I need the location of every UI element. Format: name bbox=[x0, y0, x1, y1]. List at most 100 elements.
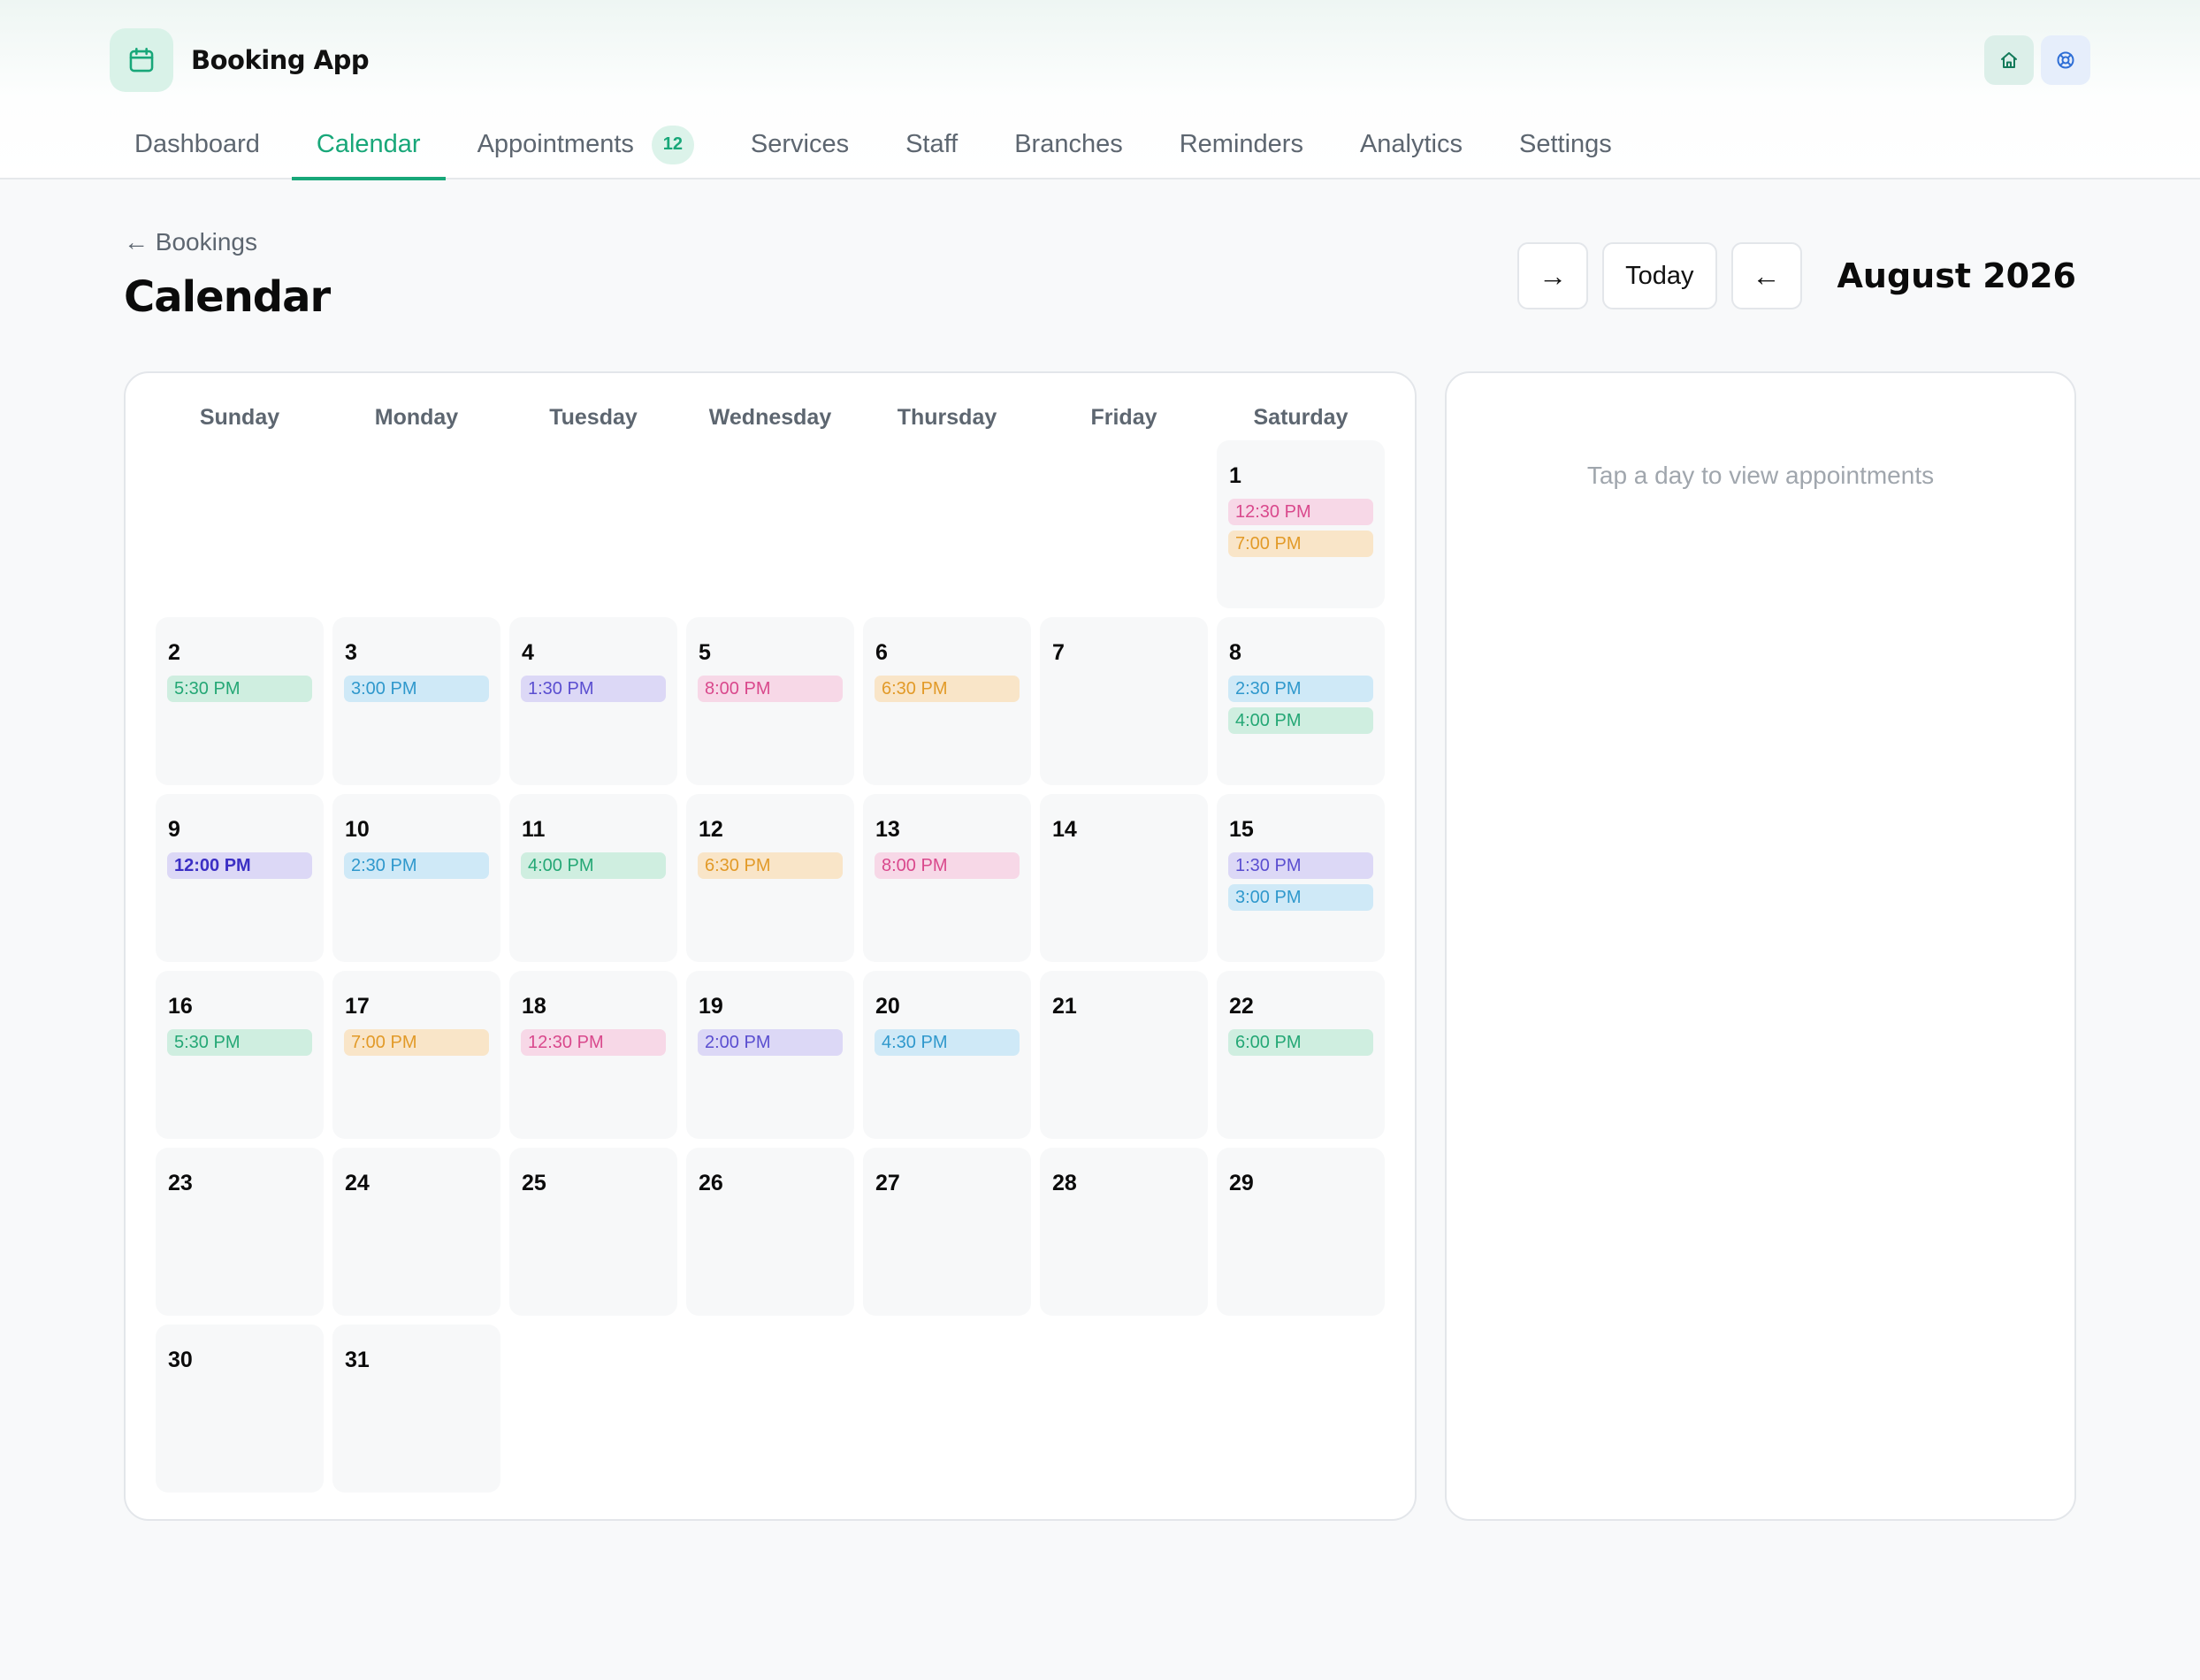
empty-day-cell bbox=[332, 440, 500, 608]
appointment-chip[interactable]: 7:00 PM bbox=[344, 1029, 489, 1056]
appointment-chip[interactable]: 4:30 PM bbox=[875, 1029, 1020, 1056]
day-cell-8[interactable]: 8 2:30 PM 4:00 PM bbox=[1217, 617, 1385, 785]
page-title: Calendar bbox=[124, 272, 331, 322]
day-cell-18[interactable]: 18 12:30 PM bbox=[509, 971, 677, 1139]
empty-day-cell bbox=[1040, 440, 1208, 608]
day-cell-27[interactable]: 27 bbox=[863, 1148, 1031, 1316]
appointment-chip[interactable]: 12:30 PM bbox=[521, 1029, 666, 1056]
appointment-chip[interactable]: 4:00 PM bbox=[1228, 707, 1373, 734]
day-number: 18 bbox=[522, 994, 546, 1019]
day-cell-14[interactable]: 14 bbox=[1040, 794, 1208, 962]
header-actions bbox=[1984, 35, 2090, 85]
nav-tab-label: Staff bbox=[905, 130, 959, 158]
appointment-chip[interactable]: 12:30 PM bbox=[1228, 499, 1373, 525]
day-cell-13[interactable]: 13 8:00 PM bbox=[863, 794, 1031, 962]
empty-day-cell bbox=[509, 440, 677, 608]
appointment-chip[interactable]: 12:00 PM bbox=[167, 852, 312, 879]
nav-tab-label: Analytics bbox=[1359, 130, 1463, 158]
day-cell-5[interactable]: 5 8:00 PM bbox=[686, 617, 854, 785]
day-cell-11[interactable]: 11 4:00 PM bbox=[509, 794, 677, 962]
nav-tab-branches[interactable]: Branches bbox=[989, 110, 1148, 179]
home-icon[interactable] bbox=[1984, 35, 2034, 85]
nav-tab-label: Appointments bbox=[477, 130, 634, 158]
next-month-button[interactable]: → bbox=[1517, 242, 1589, 309]
appointment-chip[interactable]: 3:00 PM bbox=[344, 676, 489, 702]
nav-tab-label: Reminders bbox=[1179, 130, 1303, 158]
day-cell-26[interactable]: 26 bbox=[686, 1148, 854, 1316]
day-events: 2:30 PM 4:00 PM bbox=[1228, 676, 1373, 734]
month-controls: → Today ← August 2026 bbox=[1517, 242, 2076, 309]
appointment-chip[interactable]: 2:30 PM bbox=[1228, 676, 1373, 702]
day-number: 1 bbox=[1229, 463, 1241, 488]
nav-tab-label: Services bbox=[750, 130, 850, 158]
appointment-chip[interactable]: 6:00 PM bbox=[1228, 1029, 1373, 1056]
day-events: 4:30 PM bbox=[875, 1029, 1020, 1056]
day-cell-3[interactable]: 3 3:00 PM bbox=[332, 617, 500, 785]
day-cell-4[interactable]: 4 1:30 PM bbox=[509, 617, 677, 785]
day-number: 26 bbox=[699, 1171, 723, 1195]
appointment-chip[interactable]: 5:30 PM bbox=[167, 1029, 312, 1056]
app-header: Booking App Dashboard Calendar Appointment… bbox=[0, 0, 2200, 180]
brand[interactable]: Booking App bbox=[110, 28, 370, 92]
day-cell-1[interactable]: 1 12:30 PM 7:00 PM bbox=[1217, 440, 1385, 608]
appointment-chip[interactable]: 2:00 PM bbox=[698, 1029, 843, 1056]
today-button[interactable]: Today bbox=[1602, 242, 1717, 309]
nav-tab-dashboard[interactable]: Dashboard bbox=[110, 110, 285, 179]
day-cell-23[interactable]: 23 bbox=[156, 1148, 324, 1316]
day-cell-9[interactable]: 9 12:00 PM bbox=[156, 794, 324, 962]
help-icon[interactable] bbox=[2041, 35, 2090, 85]
day-events: 5:30 PM bbox=[167, 1029, 312, 1056]
appointment-chip[interactable]: 1:30 PM bbox=[521, 676, 666, 702]
day-cell-19[interactable]: 19 2:00 PM bbox=[686, 971, 854, 1139]
day-number: 4 bbox=[522, 640, 534, 665]
day-cell-7[interactable]: 7 bbox=[1040, 617, 1208, 785]
day-events: 3:00 PM bbox=[344, 676, 489, 702]
day-cell-16[interactable]: 16 5:30 PM bbox=[156, 971, 324, 1139]
nav-tab-staff[interactable]: Staff bbox=[881, 110, 982, 179]
appointment-chip[interactable]: 4:00 PM bbox=[521, 852, 666, 879]
day-number: 31 bbox=[345, 1348, 370, 1372]
day-cell-24[interactable]: 24 bbox=[332, 1148, 500, 1316]
day-cell-15[interactable]: 15 1:30 PM 3:00 PM bbox=[1217, 794, 1385, 962]
day-cell-20[interactable]: 20 4:30 PM bbox=[863, 971, 1031, 1139]
day-number: 3 bbox=[345, 640, 357, 665]
weekday-sunday: Sunday bbox=[199, 405, 280, 430]
nav-tab-appointments[interactable]: Appointments 12 bbox=[453, 110, 719, 179]
day-number: 9 bbox=[168, 817, 180, 842]
month-label: August 2026 bbox=[1837, 256, 2077, 295]
day-events: 12:00 PM bbox=[167, 852, 312, 879]
day-cell-29[interactable]: 29 bbox=[1217, 1148, 1385, 1316]
appointment-chip[interactable]: 3:00 PM bbox=[1228, 884, 1373, 911]
appointment-chip[interactable]: 8:00 PM bbox=[698, 676, 843, 702]
appointment-chip[interactable]: 8:00 PM bbox=[875, 852, 1020, 879]
nav-tab-calendar[interactable]: Calendar bbox=[291, 110, 446, 180]
day-cell-2[interactable]: 2 5:30 PM bbox=[156, 617, 324, 785]
day-cell-22[interactable]: 22 6:00 PM bbox=[1217, 971, 1385, 1139]
day-cell-31[interactable]: 31 bbox=[332, 1325, 500, 1493]
nav-tab-settings[interactable]: Settings bbox=[1494, 110, 1637, 179]
nav-tab-services[interactable]: Services bbox=[726, 110, 874, 179]
weekday-monday: Monday bbox=[374, 405, 459, 430]
appointment-chip[interactable]: 6:30 PM bbox=[875, 676, 1020, 702]
day-cell-25[interactable]: 25 bbox=[509, 1148, 677, 1316]
day-events: 12:30 PM 7:00 PM bbox=[1228, 499, 1373, 557]
appointment-chip[interactable]: 2:30 PM bbox=[344, 852, 489, 879]
day-number: 6 bbox=[875, 640, 888, 665]
day-cell-12[interactable]: 12 6:30 PM bbox=[686, 794, 854, 962]
day-cell-30[interactable]: 30 bbox=[156, 1325, 324, 1493]
day-cell-6[interactable]: 6 6:30 PM bbox=[863, 617, 1031, 785]
nav-tab-analytics[interactable]: Analytics bbox=[1335, 110, 1487, 179]
day-cell-17[interactable]: 17 7:00 PM bbox=[332, 971, 500, 1139]
nav-tab-reminders[interactable]: Reminders bbox=[1155, 110, 1328, 179]
main-nav: Dashboard Calendar Appointments 12 Services S… bbox=[110, 110, 1644, 180]
prev-month-button[interactable]: ← bbox=[1730, 242, 1802, 309]
day-cell-21[interactable]: 21 bbox=[1040, 971, 1208, 1139]
appointment-chip[interactable]: 7:00 PM bbox=[1228, 531, 1373, 557]
day-cell-28[interactable]: 28 bbox=[1040, 1148, 1208, 1316]
day-number: 17 bbox=[345, 994, 370, 1019]
appointment-chip[interactable]: 5:30 PM bbox=[167, 676, 312, 702]
appointment-chip[interactable]: 6:30 PM bbox=[698, 852, 843, 879]
back-to-bookings-link[interactable]: ← Bookings bbox=[124, 228, 257, 256]
day-cell-10[interactable]: 10 2:30 PM bbox=[332, 794, 500, 962]
appointment-chip[interactable]: 1:30 PM bbox=[1228, 852, 1373, 879]
